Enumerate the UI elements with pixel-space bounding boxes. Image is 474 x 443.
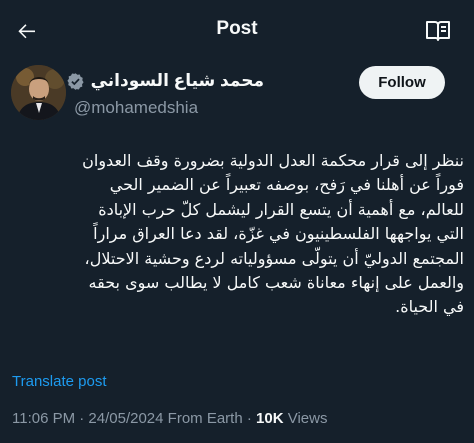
post-page: Post محمد شياع السوداني @mohamedshia Fol…: [0, 0, 474, 443]
reader-book-icon: [426, 21, 450, 41]
post-text-line: فوراً عن أهلنا في رَفح، بوصفه تعبيراً عن…: [109, 175, 464, 195]
follow-button[interactable]: Follow: [359, 66, 445, 99]
avatar-photo: [11, 65, 66, 120]
post-text-line: في الحياة.: [395, 297, 464, 317]
views-label: Views: [283, 410, 328, 427]
post-text-line: والعمل على إنهاء معاناة شعب كامل لا يطال…: [88, 273, 464, 293]
user-handle[interactable]: @mohamedshia: [74, 98, 198, 118]
post-text-line: للعالم، مع أهمية أن يتسع القرار ليشمل كل…: [98, 199, 464, 219]
name-row: محمد شياع السوداني: [66, 69, 264, 93]
translate-post-link[interactable]: Translate post: [12, 373, 107, 390]
post-text-line: ننظر إلى قرار محكمة العدل الدولية بضرورة…: [82, 151, 464, 170]
top-bar: Post: [0, 0, 474, 60]
post-timestamp-source[interactable]: 11:06 PM · 24/05/2024 From Earth ·: [12, 410, 256, 427]
verified-badge-icon: [67, 72, 84, 90]
reader-mode-button[interactable]: [422, 16, 454, 46]
avatar[interactable]: [11, 65, 66, 120]
author-row: محمد شياع السوداني @mohamedshia Follow: [0, 62, 474, 124]
post-metadata: 11:06 PM · 24/05/2024 From Earth · 10K V…: [12, 410, 327, 427]
post-text-line: التي يواجهها الفلسطينيون في غزّة، لقد دع…: [93, 224, 464, 244]
page-title: Post: [216, 18, 258, 39]
post-text: ننظر إلى قرار محكمة العدل الدولية بضرورة…: [12, 149, 464, 320]
post-text-line: المجتمع الدوليّ أن يتولّى مسؤولياته لردع…: [84, 248, 464, 268]
display-name[interactable]: محمد شياع السوداني: [91, 71, 264, 91]
views-count: 10K: [256, 410, 284, 427]
